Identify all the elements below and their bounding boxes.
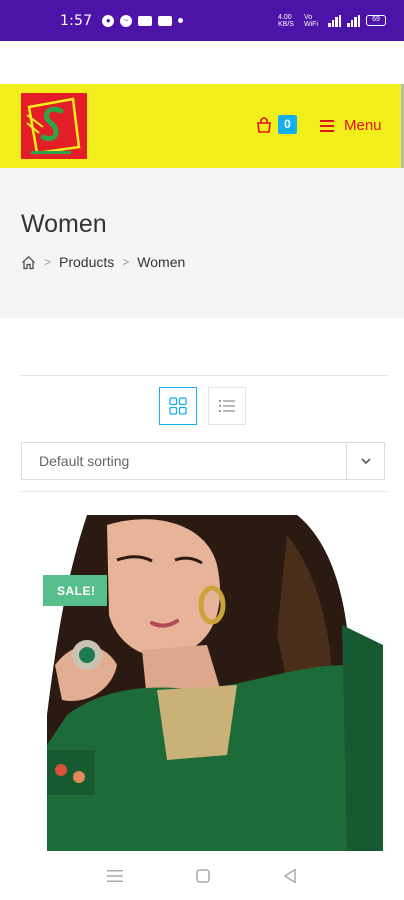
divider-top — [21, 375, 387, 376]
page-title: Women — [21, 210, 107, 238]
breadcrumb-current: Women — [137, 254, 186, 270]
recent-apps-icon[interactable] — [106, 869, 123, 883]
messenger-icon: ~ — [120, 14, 133, 27]
site-header: 0 Menu — [0, 84, 404, 168]
cloud-icon — [158, 15, 173, 26]
breadcrumb: > Products > Women — [21, 254, 185, 270]
page-header: Women > Products > Women — [0, 168, 404, 318]
signal-icon — [328, 14, 341, 27]
battery-icon: 69 — [366, 15, 386, 26]
more-notifications-icon — [178, 18, 184, 23]
site-logo[interactable] — [21, 93, 87, 159]
divider-bottom — [21, 491, 387, 492]
cart-button[interactable]: 0 — [256, 115, 297, 134]
notification-icon: ● — [102, 14, 115, 27]
status-time: 1:57 — [60, 12, 93, 29]
sorting-select[interactable]: Default sorting — [21, 442, 385, 480]
cart-count-badge: 0 — [278, 115, 297, 134]
chevron-down-icon — [360, 458, 371, 464]
home-nav-icon[interactable] — [196, 868, 210, 883]
system-navigation-bar — [0, 851, 404, 900]
list-view-button[interactable] — [208, 387, 246, 425]
menu-icon — [320, 119, 334, 132]
signal-icon-2 — [347, 14, 360, 27]
vowifi-icon: Vo WiFi — [304, 13, 318, 28]
sale-badge: SALE! — [43, 575, 107, 606]
network-speed: 4.00 KB/S — [278, 13, 294, 28]
home-icon[interactable] — [21, 255, 36, 270]
grid-view-button[interactable] — [159, 387, 197, 425]
grid-view-icon — [169, 397, 187, 415]
menu-label: Menu — [344, 117, 382, 134]
product-image[interactable] — [47, 515, 383, 851]
breadcrumb-separator: > — [122, 255, 130, 269]
logo-mark-icon — [21, 93, 87, 159]
product-photo — [47, 515, 383, 851]
system-indicators: 4.00 KB/S Vo WiFi 69 — [278, 14, 386, 28]
cart-icon — [257, 116, 271, 133]
notification-icons: ● ~ — [102, 14, 184, 27]
breadcrumb-products-link[interactable]: Products — [59, 254, 114, 270]
sorting-dropdown-toggle[interactable] — [346, 443, 384, 479]
status-bar: 1:57 ● ~ 4.00 KB/S Vo WiFi 69 — [0, 0, 404, 41]
list-view-icon — [219, 400, 235, 412]
breadcrumb-separator: > — [44, 255, 52, 269]
message-icon — [138, 15, 153, 26]
menu-button[interactable]: Menu — [320, 117, 382, 134]
back-icon[interactable] — [283, 868, 297, 884]
sorting-value: Default sorting — [39, 453, 130, 469]
